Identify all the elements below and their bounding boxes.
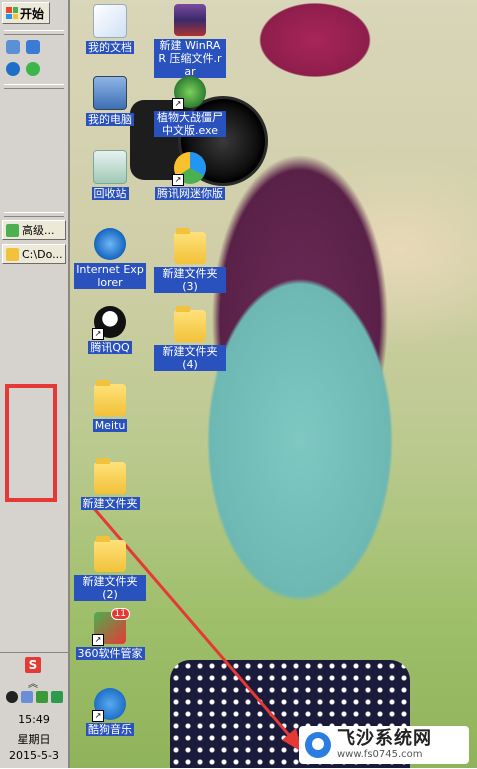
site-logo-icon [305, 732, 331, 758]
quick-launch-grip[interactable] [4, 30, 64, 35]
tasks-grip[interactable] [4, 212, 64, 217]
desktop-icon-qq[interactable]: ↗ 腾讯QQ [74, 306, 146, 354]
icon-label: 腾讯网迷你版 [155, 187, 225, 200]
desktop-icon-360-software-manager[interactable]: 11 ↗ 360软件管家 [74, 608, 146, 660]
clock-time[interactable]: 15:49 [0, 713, 68, 726]
winrar-icon [174, 4, 206, 36]
icon-label: 回收站 [91, 187, 129, 200]
shortcut-arrow-icon: ↗ [172, 98, 184, 110]
ie-icon [94, 228, 126, 260]
icon-label: 新建文件夹 [80, 497, 140, 510]
tencent-news-icon: ↗ [172, 152, 206, 186]
desktop-icon-new-folder-3[interactable]: 新建文件夹 (3) [154, 228, 226, 293]
notification-badge: 11 [110, 608, 130, 620]
start-label: 开始 [20, 6, 45, 21]
desktop-icon-new-folder-4[interactable]: 新建文件夹 (4) [154, 306, 226, 371]
computer-icon [93, 76, 127, 110]
kugou-quicklaunch-icon[interactable] [6, 62, 20, 76]
shortcut-arrow-icon: ↗ [92, 328, 104, 340]
wifi-tray-icon[interactable] [36, 691, 48, 703]
icon-label: Internet Explorer [74, 263, 146, 289]
task-button-explorer[interactable]: C:\Do... [2, 244, 66, 264]
icon-label: 360软件管家 [75, 647, 145, 660]
task-label: 高级... [22, 224, 55, 237]
icon-label: 新建文件夹 (3) [154, 267, 226, 293]
icon-label: 新建文件夹 (2) [74, 575, 146, 601]
folder-icon [174, 306, 206, 342]
quick-launch-divider [4, 84, 64, 89]
desktop-icon-internet-explorer[interactable]: Internet Explorer [74, 228, 146, 289]
360-browser-quicklaunch-icon[interactable] [26, 62, 40, 76]
icon-label: 我的电脑 [86, 113, 134, 126]
folder-icon [94, 380, 126, 416]
desktop-icon-kugou-music[interactable]: ↗ 酷狗音乐 [74, 688, 146, 736]
browser-icon [6, 223, 19, 237]
icon-label: 植物大战僵尸中文版.exe [154, 111, 226, 137]
clock-date: 2015-5-3 [9, 749, 59, 762]
folder-icon [94, 536, 126, 572]
task-button-advanced[interactable]: 高级... [2, 220, 66, 240]
sogou-ime-icon[interactable]: S [25, 657, 41, 673]
kugou-icon: ↗ [92, 688, 126, 722]
windows-logo-icon [6, 7, 18, 19]
highlight-annotation-box [5, 384, 57, 502]
clock-weekday: 星期日 [17, 733, 51, 746]
qq-penguin-icon: ↗ [92, 306, 126, 340]
360-software-manager-icon: 11 ↗ [92, 608, 130, 646]
icon-label: 腾讯QQ [88, 341, 132, 354]
desktop-icon-new-folder[interactable]: 新建文件夹 [74, 458, 146, 510]
icon-label: 新建文件夹 (4) [154, 345, 226, 371]
shield-tray-icon[interactable] [51, 691, 63, 703]
shortcut-arrow-icon: ↗ [92, 710, 104, 722]
qq-tray-icon[interactable] [6, 691, 18, 703]
icon-label: 我的文档 [86, 41, 134, 54]
icon-label: 新建 WinRAR 压缩文件.rar [154, 39, 226, 78]
shortcut-arrow-icon: ↗ [92, 634, 104, 646]
desktop-icon-my-documents[interactable]: 我的文档 [74, 4, 146, 54]
desktop-icon-my-computer[interactable]: 我的电脑 [74, 76, 146, 126]
desktop-icon-tencent-news-mini[interactable]: ↗ 腾讯网迷你版 [154, 152, 226, 200]
chevron-up-icon[interactable]: ︽ [28, 675, 38, 690]
desktop-icon-recycle-bin[interactable]: 回收站 [74, 150, 146, 200]
documents-icon [93, 4, 127, 38]
recycle-bin-icon [93, 150, 127, 184]
folder-icon [6, 247, 19, 261]
tray-icons [6, 691, 63, 703]
plants-vs-zombies-icon: ↗ [172, 76, 206, 110]
site-watermark: 飞沙系统网 www.fs0745.com [299, 726, 469, 764]
ie-quicklaunch-icon[interactable] [26, 40, 40, 54]
network-tray-icon[interactable] [21, 691, 33, 703]
taskbar: 开始 高级... C:\Do... S ︽ 15:49 星期日 2015-5-3 [0, 0, 70, 768]
desktop[interactable]: 我的文档 我的电脑 回收站 Internet Explorer ↗ 腾讯QQ M… [70, 0, 477, 768]
desktop-icon-meitu[interactable]: Meitu [74, 380, 146, 432]
desktop-icon-plants-vs-zombies[interactable]: ↗ 植物大战僵尸中文版.exe [154, 76, 226, 137]
shortcut-arrow-icon: ↗ [172, 174, 184, 186]
icon-label: 酷狗音乐 [86, 723, 134, 736]
desktop-icon-new-folder-2[interactable]: 新建文件夹 (2) [74, 536, 146, 601]
task-label: C:\Do... [22, 247, 63, 261]
desktop-icon-winrar-archive[interactable]: 新建 WinRAR 压缩文件.rar [154, 4, 226, 78]
folder-icon [94, 458, 126, 494]
folder-icon [174, 228, 206, 264]
show-desktop-icon[interactable] [6, 40, 20, 54]
icon-label: Meitu [92, 419, 128, 432]
start-button[interactable]: 开始 [2, 2, 50, 24]
system-tray: S ︽ 15:49 星期日 2015-5-3 [0, 652, 68, 769]
watermark-url: www.fs0745.com [337, 749, 423, 760]
watermark-title: 飞沙系统网 [337, 728, 432, 749]
